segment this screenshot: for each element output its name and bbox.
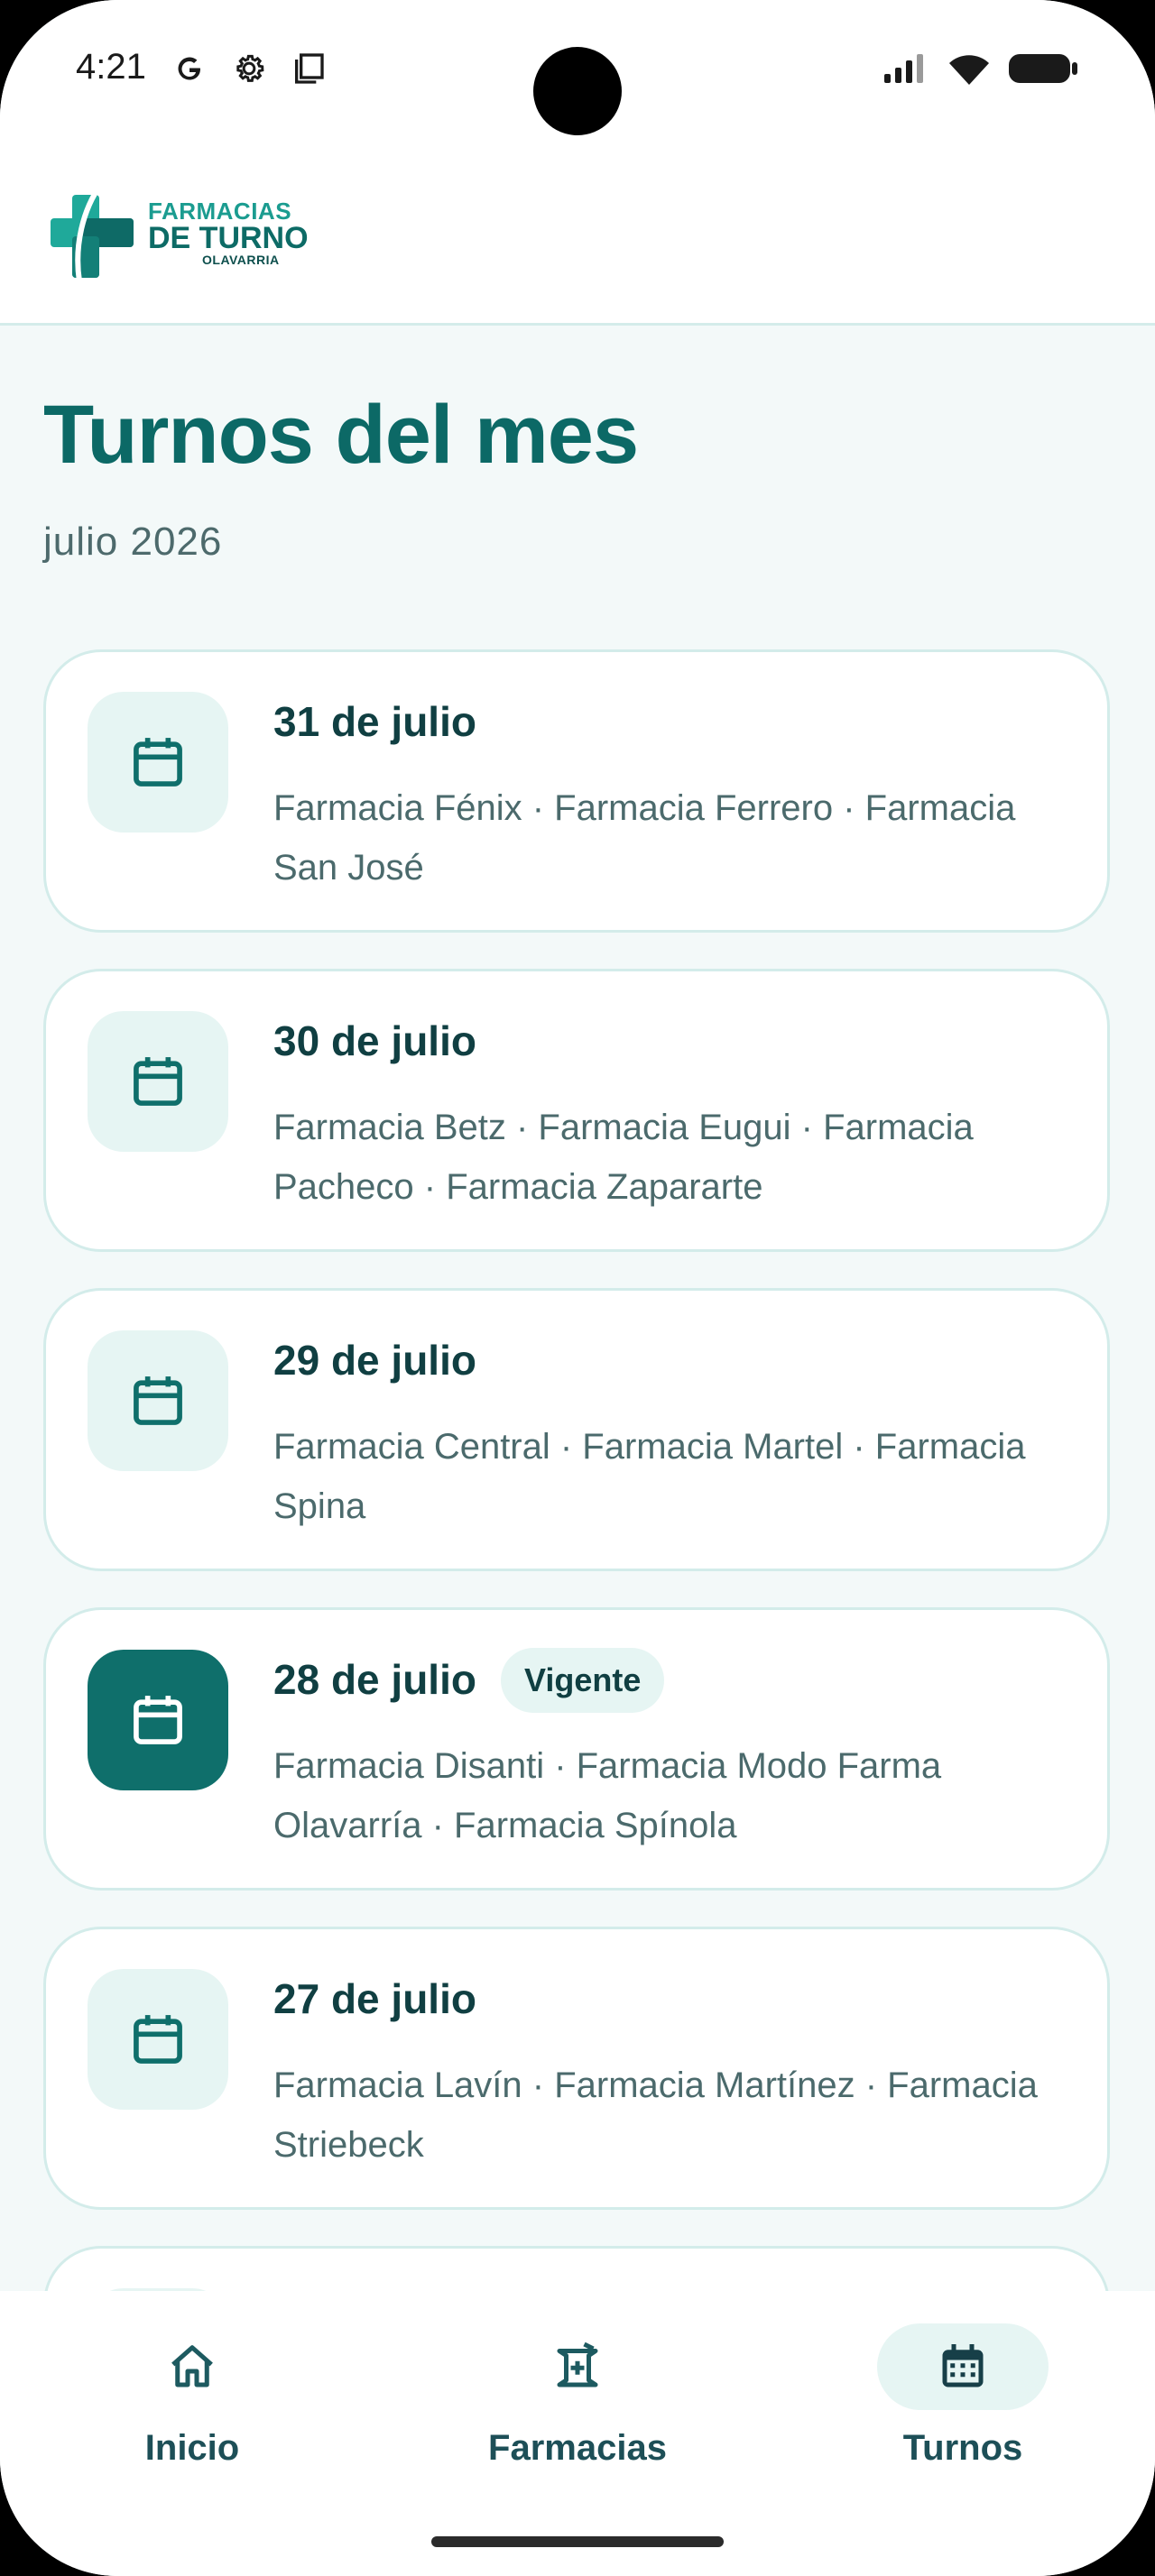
calendar-icon-box [88,1011,228,1152]
screenshot-icon [291,51,327,87]
app-logo[interactable]: FARMACIAS DE TURNO OLAVARRIA [47,182,309,283]
nav-turnos-label: Turnos [902,2428,1023,2468]
calendar-icon [134,738,182,787]
pharmacy-icon [557,2341,598,2387]
wifi-icon [947,51,991,91]
calendar-icon [134,1696,182,1744]
turno-pharmacies: Farmacia Lavín · Farmacia Martínez · Far… [273,2065,1038,2165]
nav-inicio-pill [106,2323,278,2410]
turno-date: 31 de julio [273,698,476,745]
turno-card[interactable]: 29 de julio Farmacia Central · Farmacia … [43,1288,1110,1571]
vigente-badge: Vigente [501,1648,665,1713]
calendar-icon [134,1057,182,1106]
calendar-icon-box [88,1650,228,1790]
turno-pharmacies: Farmacia Central · Farmacia Martel · Far… [273,1427,1026,1526]
logo-line3: OLAVARRIA [202,253,280,267]
logo-line1: FARMACIAS [148,198,292,225]
calendar-icon [134,2015,182,2064]
calendar-icon [942,2344,984,2387]
screen: 4:21 FARMACIAS DE TURNO OLAVARRIA Turnos… [0,0,1155,2576]
turno-pharmacies: Farmacia Disanti · Farmacia Modo Farma O… [273,1746,942,1845]
turno-date: 28 de julio [273,1656,476,1703]
nav-turnos[interactable]: Turnos [836,2323,1089,2469]
home-indicator[interactable] [431,2536,724,2547]
system-icons [882,51,1079,91]
logo-line2: DE TURNO [148,221,309,255]
nav-farmacias[interactable]: Farmacias [451,2323,704,2469]
app-header: FARMACIAS DE TURNO OLAVARRIA [0,162,1155,326]
nav-farmacias-pill [492,2323,663,2410]
turno-card-current[interactable]: 28 de julio Vigente Farmacia Disanti · F… [43,1607,1110,1891]
calendar-icon-box [88,692,228,833]
turno-card[interactable]: 31 de julio Farmacia Fénix · Farmacia Fe… [43,649,1110,933]
page-month: julio 2026 [43,520,223,564]
turno-card[interactable]: 27 de julio Farmacia Lavín · Farmacia Ma… [43,1927,1110,2210]
calendar-icon [134,1376,182,1425]
pharmacy-cross-logo-icon [51,182,134,282]
turno-card[interactable]: 30 de julio Farmacia Betz · Farmacia Eug… [43,969,1110,1252]
home-icon [171,2345,213,2387]
turno-pharmacies: Farmacia Betz · Farmacia Eugui · Farmaci… [273,1108,974,1207]
nav-inicio-label: Inicio [144,2428,240,2468]
turno-date: 29 de julio [273,1337,476,1384]
page-title: Turnos del mes [43,389,639,481]
turno-date: 27 de julio [273,1975,476,2022]
nav-farmacias-label: Farmacias [488,2428,667,2468]
turno-pharmacies: Farmacia Fénix · Farmacia Ferrero · Farm… [273,788,1016,888]
bottom-navigation: Inicio Farmacias Turnos [0,2291,1155,2576]
signal-icon [882,52,931,89]
nav-inicio[interactable]: Inicio [66,2323,319,2469]
nav-turnos-pill [877,2323,1049,2410]
battery-icon [1007,51,1079,91]
turno-date: 30 de julio [273,1017,476,1064]
front-camera [533,47,622,135]
settings-icon [231,51,267,87]
status-time: 4:21 [76,47,146,87]
calendar-icon-box [88,1969,228,2110]
status-bar: 4:21 [0,0,1155,162]
calendar-icon-box [88,1330,228,1471]
google-icon [171,51,208,87]
